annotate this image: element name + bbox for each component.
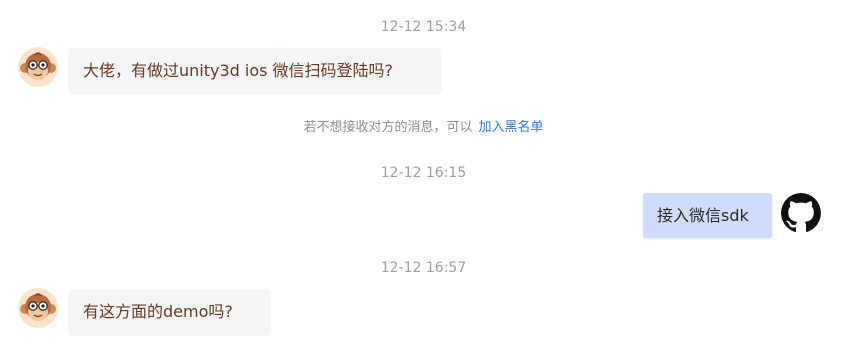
add-to-blacklist-link[interactable]: 加入黑名单 — [479, 120, 544, 135]
message-bubble-2[interactable]: 接入微信sdk — [643, 193, 772, 238]
timestamp-3: 12-12 16:57 — [380, 260, 467, 276]
github-avatar[interactable] — [781, 193, 821, 233]
monkey-avatar-icon — [18, 47, 58, 87]
github-icon — [781, 193, 821, 233]
timestamp-2: 12-12 16:15 — [380, 165, 467, 181]
message-bubble-1[interactable]: 大佬，有做过unity3d ios 微信扫码登陆吗? — [69, 48, 441, 93]
monkey-avatar[interactable] — [18, 288, 58, 328]
monkey-avatar-icon — [18, 288, 58, 328]
notice-text: 若不想接收对方的消息，可以 — [303, 120, 473, 135]
message-bubble-3[interactable]: 有这方面的demo吗? — [69, 289, 270, 334]
timestamp-1: 12-12 15:34 — [380, 19, 467, 35]
blacklist-notice: 若不想接收对方的消息，可以 加入黑名单 — [0, 116, 847, 135]
monkey-avatar[interactable] — [18, 47, 58, 87]
